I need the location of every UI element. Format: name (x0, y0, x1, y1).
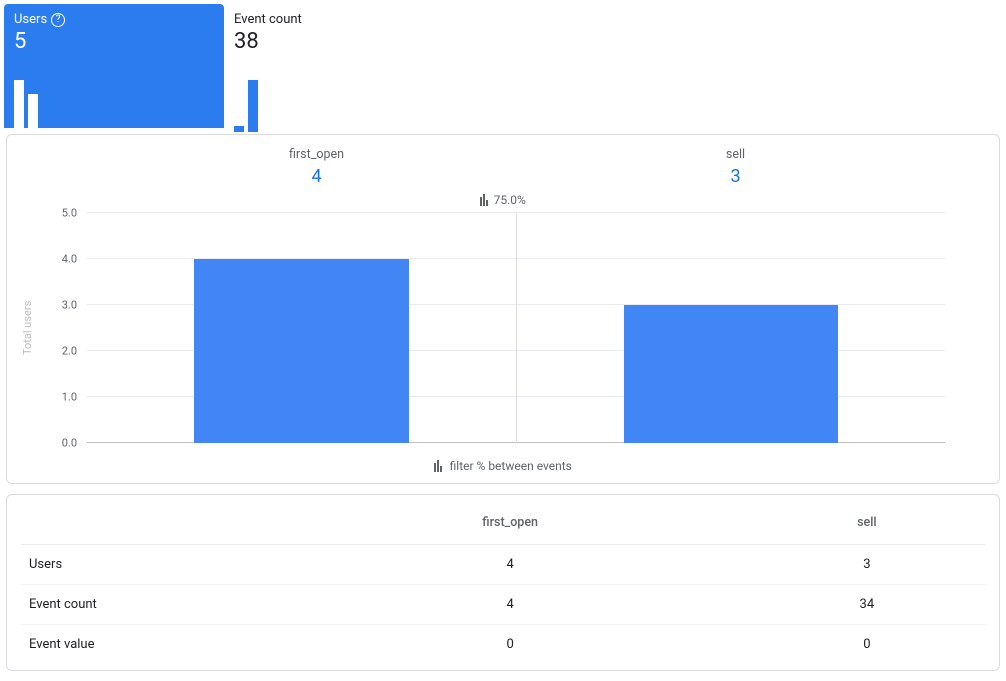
table-row: Event value 0 0 (21, 625, 985, 665)
conversion-pct-row: 75.0% (21, 193, 985, 207)
sparkline-users (14, 80, 38, 132)
sparkline-event-count (234, 80, 258, 132)
help-icon[interactable]: ? (51, 13, 65, 27)
row-label: Event count (21, 585, 272, 625)
conversion-pct: 75.0% (494, 193, 526, 207)
y-tick: 0.0 (62, 437, 77, 450)
cell: 3 (749, 545, 985, 585)
funnel-step-2: sell 3 (526, 147, 945, 187)
table-row: Users 4 3 (21, 545, 985, 585)
tab-users[interactable]: Users ? 5 (4, 4, 224, 128)
bar-first-open (87, 213, 516, 443)
funnel-chart-card: first_open 4 sell 3 75.0% Total users 5.… (6, 134, 1000, 484)
y-tick: 5.0 (62, 207, 77, 220)
funnel-step-1: first_open 4 (107, 147, 526, 187)
tab-event-count[interactable]: Event count 38 (224, 4, 444, 128)
bar-sell (516, 213, 945, 443)
funnel-step-1-name: first_open (107, 147, 526, 162)
cell: 4 (272, 545, 749, 585)
y-tick: 4.0 (62, 253, 77, 266)
cell: 34 (749, 585, 985, 625)
plot-area (87, 213, 945, 443)
table-row: Event count 4 34 (21, 585, 985, 625)
y-axis: 5.0 4.0 3.0 2.0 1.0 0.0 (41, 213, 81, 443)
chart-legend: filter % between events (21, 459, 985, 473)
bar-chart: Total users 5.0 4.0 3.0 2.0 1.0 0.0 (21, 213, 985, 443)
y-tick: 1.0 (62, 391, 77, 404)
legend-text: filter % between events (450, 459, 572, 473)
summary-table: first_open sell Users 4 3 Event count 4 … (21, 501, 985, 664)
cell: 0 (749, 625, 985, 665)
tab-users-label: Users (14, 12, 47, 27)
cell: 4 (272, 585, 749, 625)
table-col-2: sell (749, 501, 985, 545)
tab-event-count-value: 38 (234, 29, 434, 54)
funnel-headers: first_open 4 sell 3 (107, 147, 945, 187)
cell: 0 (272, 625, 749, 665)
row-label: Users (21, 545, 272, 585)
y-tick: 2.0 (62, 345, 77, 358)
metric-tabs: Users ? 5 Event count 38 (0, 0, 1006, 128)
funnel-step-2-name: sell (526, 147, 945, 162)
tab-users-value: 5 (14, 29, 214, 54)
funnel-step-2-value: 3 (526, 166, 945, 187)
y-tick: 3.0 (62, 299, 77, 312)
filter-icon (434, 460, 442, 472)
y-axis-label: Total users (21, 213, 41, 443)
summary-table-card: first_open sell Users 4 3 Event count 4 … (6, 494, 1000, 671)
row-label: Event value (21, 625, 272, 665)
table-col-1: first_open (272, 501, 749, 545)
funnel-step-1-value: 4 (107, 166, 526, 187)
filter-icon (480, 194, 488, 206)
tab-event-count-label: Event count (234, 12, 302, 27)
